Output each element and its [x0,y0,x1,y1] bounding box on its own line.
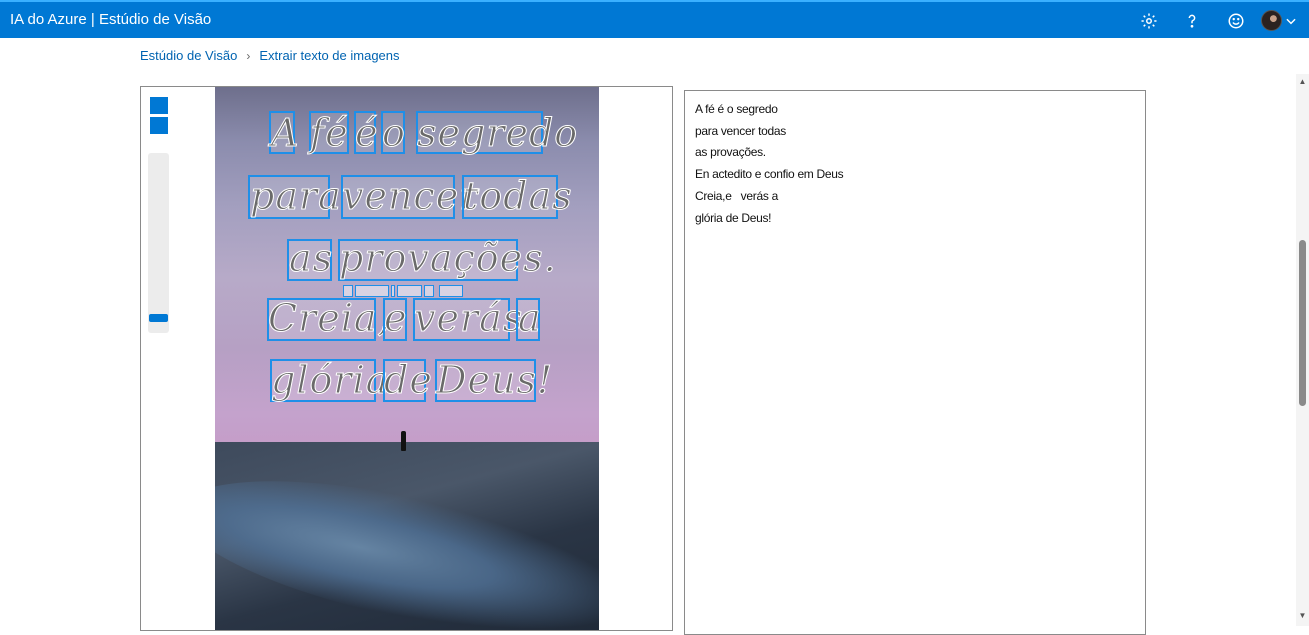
word-text: provações. [339,236,557,280]
word-text: fé [310,111,349,155]
result-line: para vencer todas [695,123,786,138]
breadcrumb-separator: › [246,48,251,63]
zoom-slider-track[interactable] [148,153,169,333]
word-text: verás [413,296,524,340]
zoom-out-button[interactable] [149,116,169,135]
app-title[interactable]: IA do Azure | Estúdio de Visão [10,11,211,28]
zoom-in-button[interactable] [149,96,169,115]
word-text: as [288,236,334,280]
word-text: o [382,111,406,155]
word-text: para [250,174,342,218]
scroll-up-arrow-icon[interactable]: ▲ [1296,74,1309,88]
scroll-down-arrow-icon[interactable]: ▼ [1296,608,1309,622]
page-scrollbar[interactable]: ▲ ▼ [1296,74,1309,626]
word-text: todas [463,174,573,218]
word-text: vencer [341,174,479,218]
avatar[interactable] [1261,10,1282,31]
word-text: a [518,296,542,340]
word-text: de [384,358,433,402]
result-line: as provações. [695,145,766,160]
feedback-smiley-icon[interactable] [1225,10,1247,32]
chevron-down-icon[interactable] [1284,14,1298,28]
word-text: Deus! [435,358,554,402]
result-line: glória de Deus! [695,210,772,225]
breadcrumb: Estúdio de Visão › Extrair texto de imag… [140,48,400,63]
person-silhouette [401,431,406,451]
result-line: A fé é o segredo [695,102,778,116]
word-text: segredo [416,111,579,155]
extracted-text-panel[interactable]: A fé é o segredo para vencer todas as pr… [684,90,1146,635]
breadcrumb-current-link[interactable]: Extrair texto de imagens [259,48,399,63]
scrollbar-thumb[interactable] [1299,240,1306,406]
word-text: é [355,111,379,155]
word-text: Creia, [268,296,391,340]
help-icon[interactable] [1181,10,1203,32]
word-text: glória [270,358,390,402]
gear-icon[interactable] [1138,10,1160,32]
top-bar: IA do Azure | Estúdio de Visão [0,0,1309,38]
word-text: A [270,111,300,155]
image-preview-panel: A fé é o segredo para vencer todas as pr… [140,86,673,631]
result-line: En actedito e confio em Deus [695,167,844,182]
uploaded-image: A fé é o segredo para vencer todas as pr… [215,87,599,630]
result-line: Creia,e verás a [695,188,778,203]
word-text: e [384,296,408,340]
breadcrumb-home-link[interactable]: Estúdio de Visão [140,48,237,63]
zoom-slider-thumb[interactable] [149,314,168,322]
